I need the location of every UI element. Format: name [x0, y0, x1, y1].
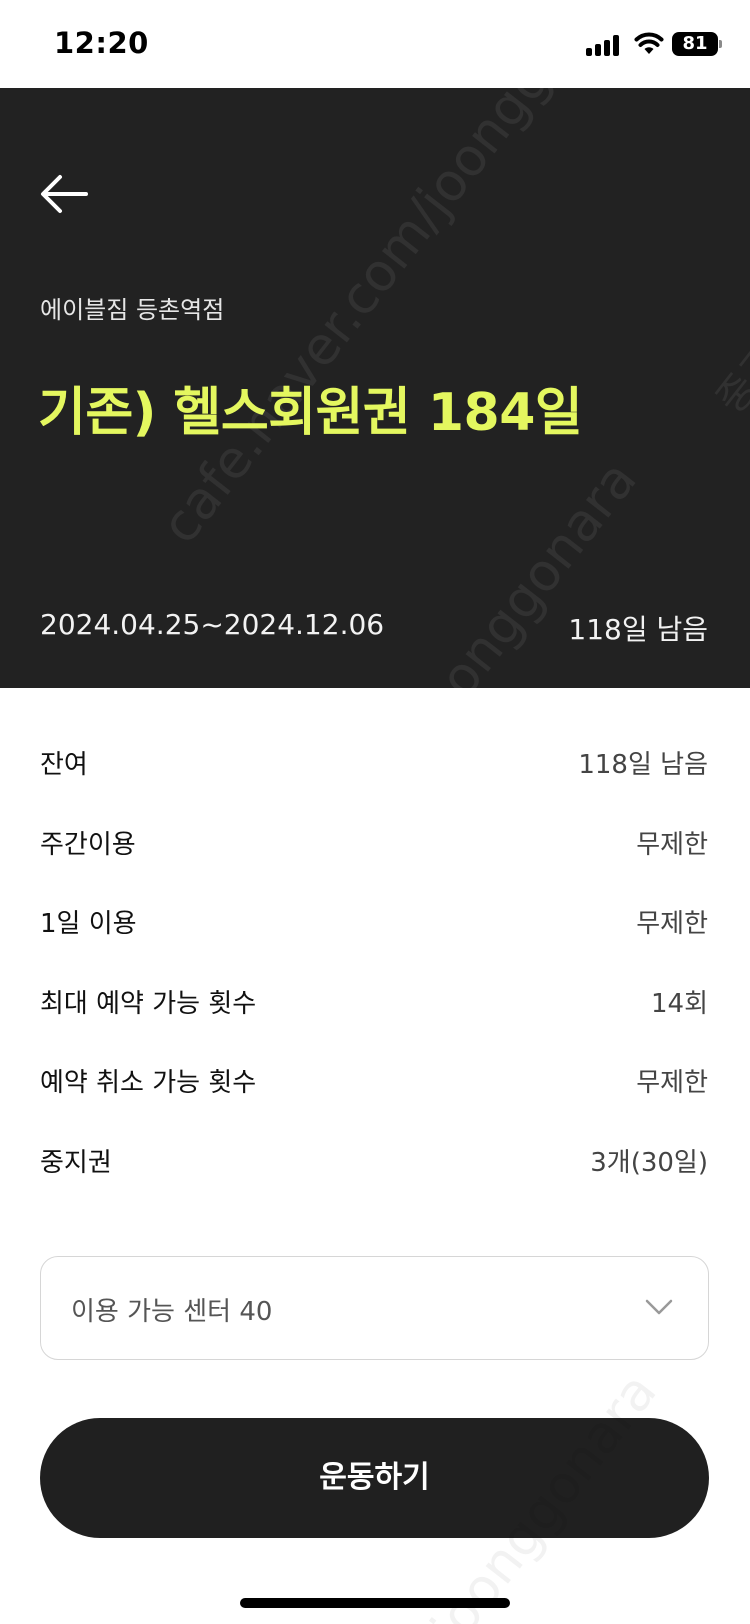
info-value: 무제한 — [636, 1068, 708, 1098]
watermark: cafe.naver.com/joonggonara — [150, 88, 656, 555]
info-label: 중지권 — [40, 1148, 112, 1178]
info-value: 무제한 — [636, 909, 708, 939]
info-label: 예약 취소 가능 횟수 — [40, 1068, 257, 1098]
info-value: 118일 남음 — [578, 750, 708, 780]
info-row-daily: 1일 이용 무제한 — [40, 903, 708, 943]
status-bar: 12:20 81 — [0, 0, 750, 88]
info-value: 무제한 — [636, 830, 708, 860]
status-time: 12:20 — [54, 26, 149, 60]
available-centers-dropdown[interactable]: 이용 가능 센터 40 — [40, 1256, 709, 1360]
info-row-remaining: 잔여 118일 남음 — [40, 744, 708, 784]
battery-icon: 81 — [672, 32, 718, 56]
wifi-icon — [634, 32, 664, 54]
info-label: 주간이용 — [40, 830, 136, 860]
battery-tip — [719, 40, 722, 48]
home-indicator — [240, 1598, 510, 1608]
start-workout-button[interactable]: 운동하기 — [40, 1418, 709, 1538]
info-label: 최대 예약 가능 횟수 — [40, 989, 257, 1019]
info-row-cancellations: 예약 취소 가능 횟수 무제한 — [40, 1062, 708, 1102]
info-row-weekly: 주간이용 무제한 — [40, 824, 708, 864]
pass-header: cafe.naver.com/joonggonara 중고나라 joonggon… — [0, 88, 750, 688]
pass-remaining: 118일 남음 — [568, 613, 708, 646]
info-value: 14회 — [650, 989, 708, 1019]
info-label: 1일 이용 — [40, 909, 137, 939]
available-centers-label: 이용 가능 센터 40 — [71, 1297, 273, 1327]
info-value: 3개(30일) — [590, 1148, 708, 1178]
watermark-side: 중고나라 — [707, 278, 750, 423]
arrow-left-icon[interactable] — [34, 164, 94, 224]
gym-name: 에이블짐 등촌역점 — [40, 296, 225, 324]
info-row-max-reservations: 최대 예약 가능 횟수 14회 — [40, 983, 708, 1023]
info-label: 잔여 — [40, 750, 88, 780]
pass-period: 2024.04.25~2024.12.06 — [40, 608, 385, 641]
watermark-lower: joonggonara — [400, 450, 649, 688]
chevron-down-icon — [645, 1299, 673, 1315]
info-row-pause-tickets: 중지권 3개(30일) — [40, 1142, 708, 1182]
signal-icon — [586, 34, 622, 56]
pass-title: 기존) 헬스회원권 184일 — [38, 383, 583, 443]
